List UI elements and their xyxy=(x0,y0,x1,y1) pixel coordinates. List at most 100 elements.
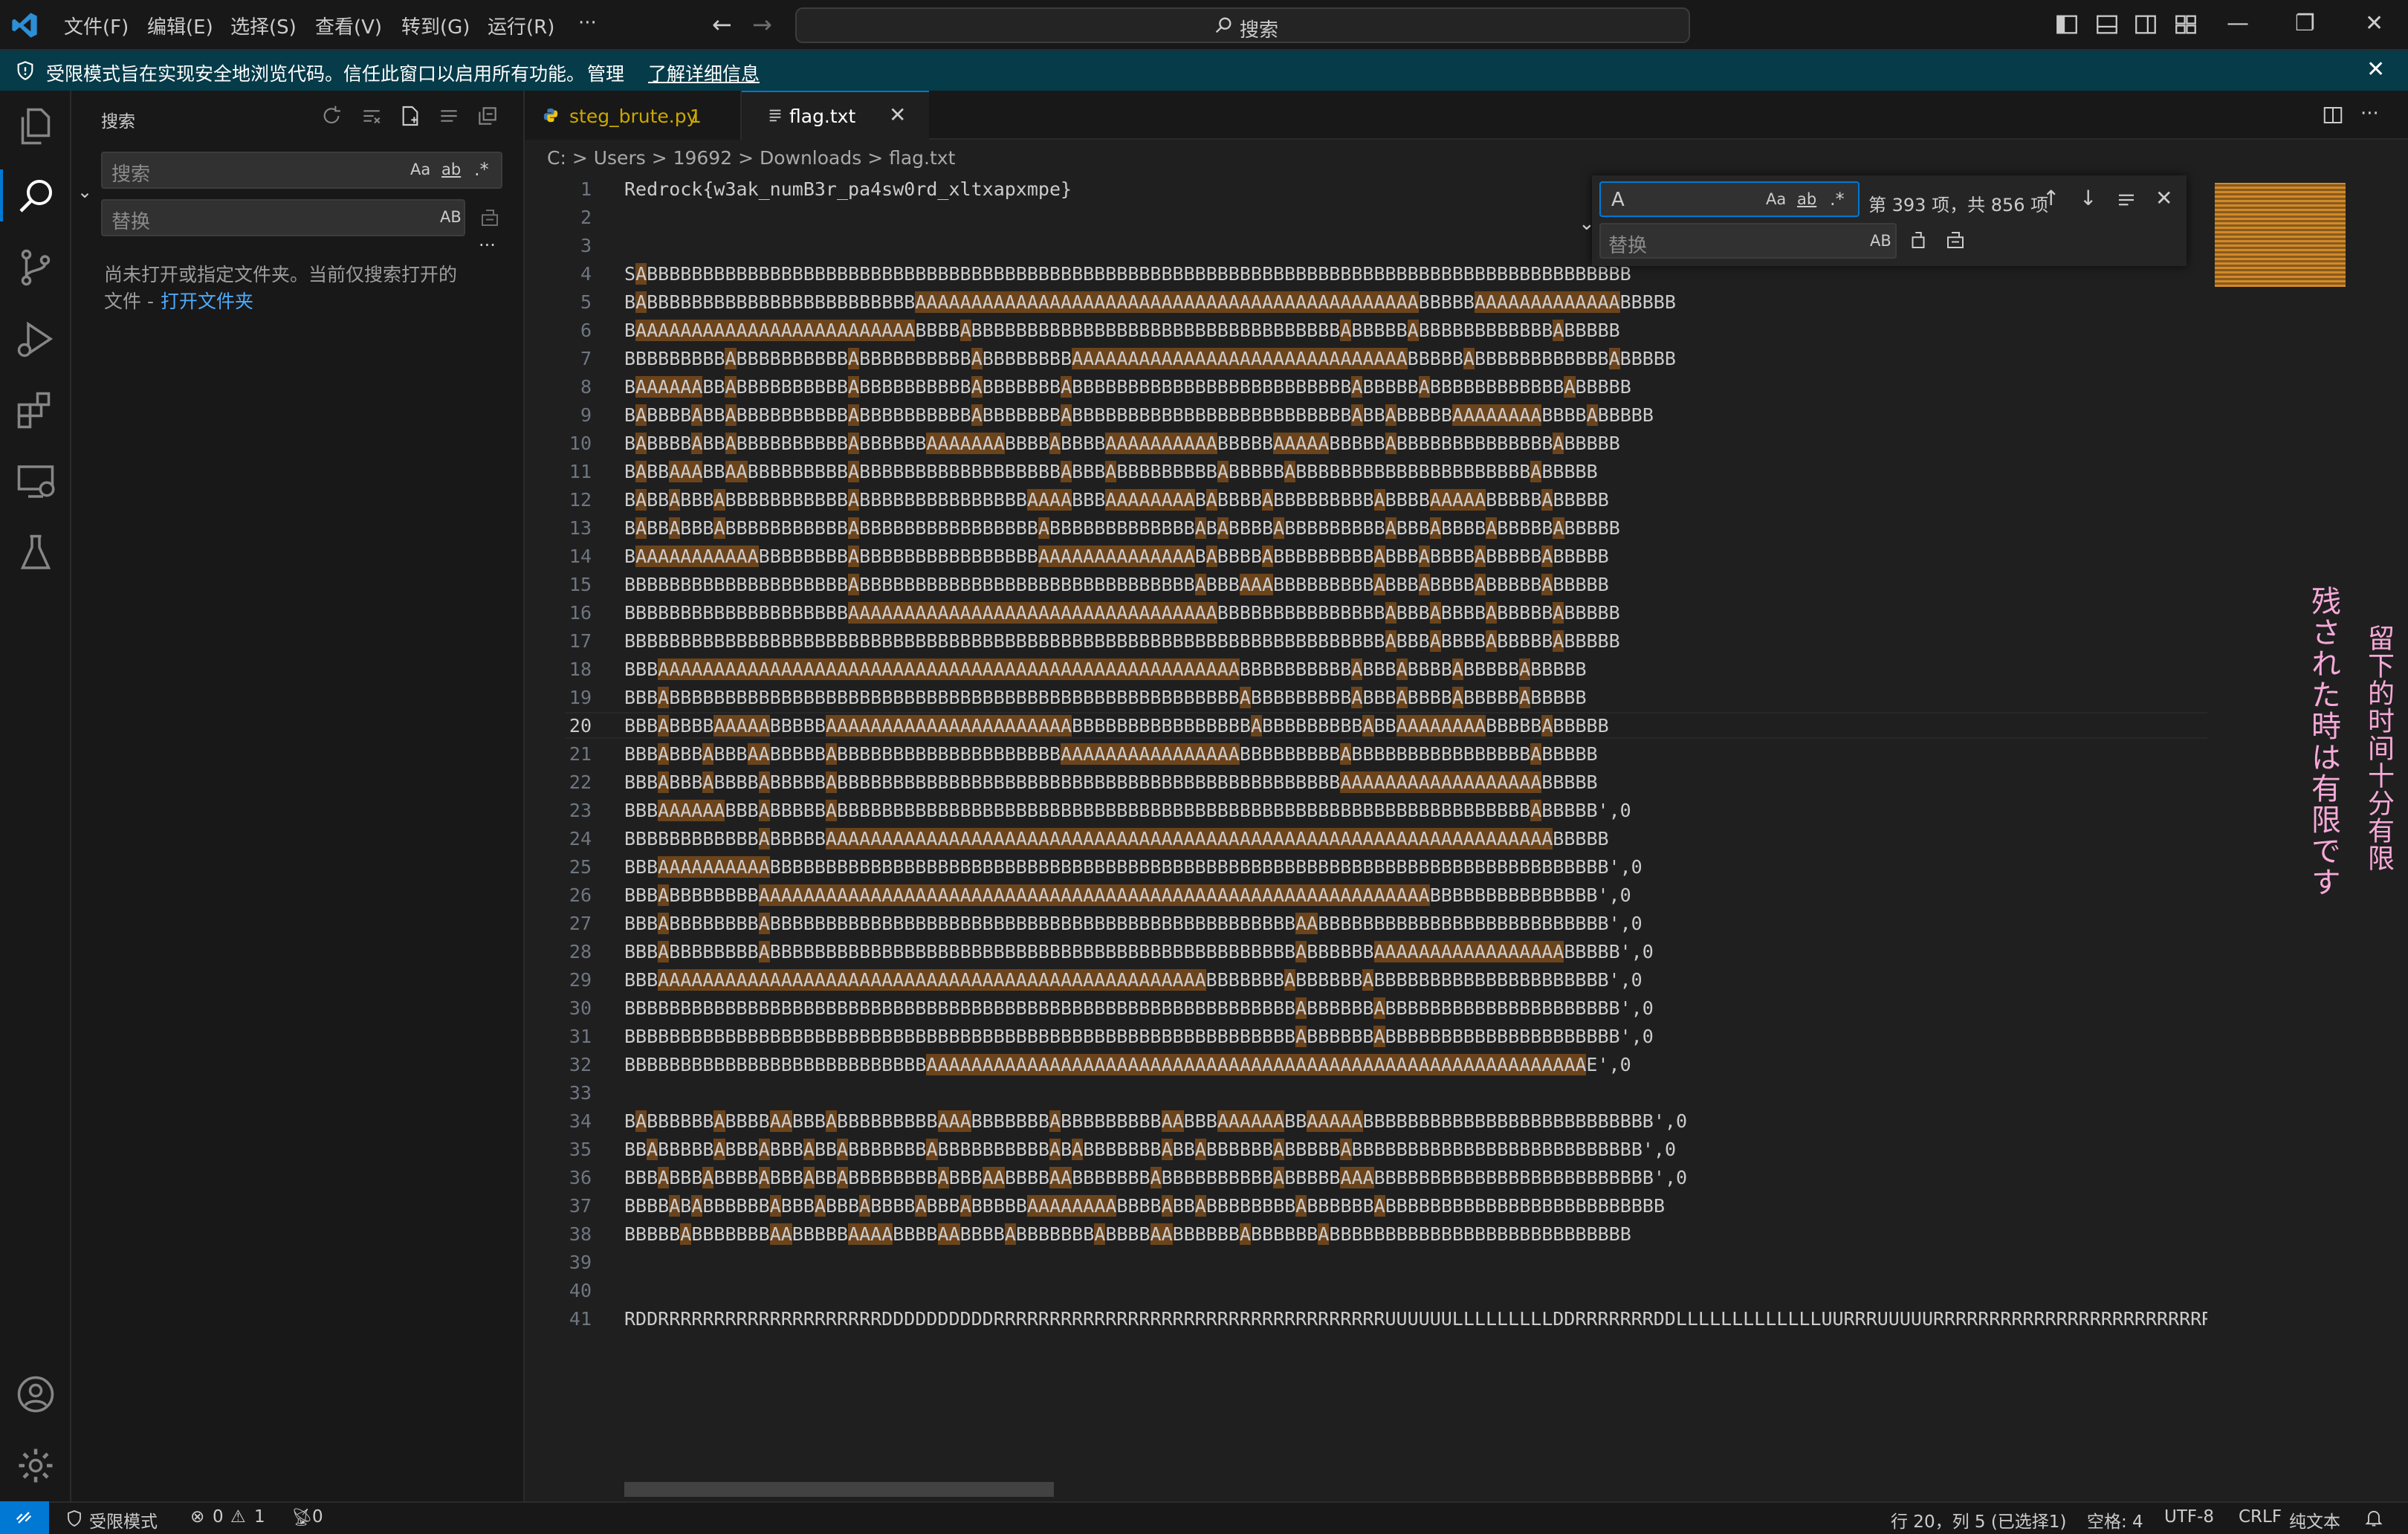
search-match: AAAAAAAAAAAAAAAAAAAAAAAAAAAAAAAAAAAAAAAA… xyxy=(915,291,1419,313)
banner-manage-link[interactable]: 管理 xyxy=(587,59,624,86)
search-match: AAAAAAAAAAA xyxy=(635,546,759,567)
cursor-position[interactable]: 行 20，列 5 (已选择1) xyxy=(1891,1507,2066,1533)
search-match: AAAAAA xyxy=(1217,1110,1285,1132)
restricted-mode-status[interactable]: 受限模式 xyxy=(89,1507,158,1533)
previous-match-arrow-icon[interactable]: ↑ xyxy=(2042,186,2059,210)
search-match: A xyxy=(1273,1139,1285,1160)
toggle-primary-sidebar-icon[interactable] xyxy=(2054,12,2080,37)
whole-word-toggle[interactable]: ab xyxy=(441,161,461,178)
language-mode[interactable]: 纯文本 xyxy=(2289,1507,2340,1533)
search-match: A xyxy=(1373,489,1385,511)
source-control-icon[interactable] xyxy=(13,245,58,290)
menu-run[interactable]: 运行(R) xyxy=(488,12,554,39)
search-match: A xyxy=(1553,630,1564,652)
code-line: BBBAAAAAABBBABBBBBABBBBBBBBBBBBBBBBBBBBB… xyxy=(624,800,1631,821)
code-line: BBBBBBBBBBBBBBBBBBBBBBBBBBBBBBBBBBBBBBBB… xyxy=(624,630,1620,652)
toggle-search-details-button[interactable]: ··· xyxy=(479,235,496,256)
view-as-tree-icon[interactable] xyxy=(437,104,461,128)
forward-arrow-icon[interactable]: → xyxy=(752,10,772,39)
replace-one-icon[interactable] xyxy=(1907,229,1929,251)
search-match: A xyxy=(971,404,983,426)
close-find-icon[interactable]: ✕ xyxy=(2155,186,2172,210)
command-center-label: 搜索 xyxy=(1240,19,1279,42)
extensions-icon[interactable] xyxy=(13,388,58,433)
close-window-button[interactable]: ✕ xyxy=(2365,10,2383,36)
search-match: A xyxy=(658,913,670,934)
explorer-icon[interactable] xyxy=(13,104,58,149)
breadcrumb-downloads[interactable]: Downloads xyxy=(760,147,861,169)
horizontal-scrollbar[interactable] xyxy=(624,1482,1054,1497)
menu-edit[interactable]: 编辑(E) xyxy=(147,12,213,39)
code-line: BBBBBBBBBBBBBBBBBBBBBBBBBBBAAAAAAAAAAAAA… xyxy=(624,1054,1631,1075)
line-ending[interactable]: CRLF xyxy=(2239,1507,2282,1527)
settings-gear-icon[interactable] xyxy=(13,1443,58,1488)
breadcrumb-drive[interactable]: C: xyxy=(547,147,566,169)
search-view-icon[interactable] xyxy=(13,174,58,219)
find-input[interactable] xyxy=(1599,181,1860,217)
search-match: A xyxy=(635,263,647,285)
preserve-case-toggle[interactable]: AB xyxy=(440,208,462,226)
menu-more[interactable]: ··· xyxy=(578,12,597,34)
warning-count[interactable]: 1 xyxy=(254,1507,265,1527)
menu-file[interactable]: 文件(F) xyxy=(64,12,129,39)
maximize-button[interactable]: ❐ xyxy=(2295,10,2315,36)
new-search-editor-icon[interactable] xyxy=(398,104,422,128)
split-editor-icon[interactable] xyxy=(2322,104,2344,126)
code-line: BBABBBBBABBBABBBABBABBBBBBBABBBBBBBBBBAB… xyxy=(624,1139,1677,1160)
clear-results-icon[interactable] xyxy=(360,104,383,128)
replace-all-icon[interactable] xyxy=(479,207,501,229)
search-match: A xyxy=(702,743,714,765)
search-match: A xyxy=(848,461,860,482)
regex-toggle[interactable]: .* xyxy=(474,159,489,180)
accounts-icon[interactable] xyxy=(13,1372,58,1417)
indentation[interactable]: 空格: 4 xyxy=(2087,1507,2143,1533)
menu-view[interactable]: 查看(V) xyxy=(315,12,382,39)
search-match: AAAAAAAAAAAAAAAAAAAAAAAAAAAAAAAAA xyxy=(848,602,1217,624)
toggle-replace-chevron-icon[interactable]: ⌄ xyxy=(77,181,92,202)
toggle-secondary-sidebar-icon[interactable] xyxy=(2133,12,2158,37)
line-number: 41 xyxy=(569,1308,592,1330)
toggle-replace-chevron-icon[interactable]: ⌄ xyxy=(1579,213,1595,235)
breadcrumb-users[interactable]: Users xyxy=(594,147,646,169)
error-count[interactable]: 0 xyxy=(213,1507,224,1527)
customize-layout-icon[interactable] xyxy=(2173,12,2198,37)
find-replace-all-icon[interactable] xyxy=(1944,229,1967,251)
replace-input[interactable] xyxy=(101,199,465,236)
tab-close-button[interactable]: ✕ xyxy=(889,103,906,127)
search-match: A xyxy=(635,433,647,454)
banner-close-button[interactable]: ✕ xyxy=(2366,56,2385,82)
find-whole-word-toggle[interactable]: ab xyxy=(1797,190,1816,208)
line-number: 11 xyxy=(569,461,592,482)
search-match: AA xyxy=(1150,1223,1173,1245)
collapse-all-icon[interactable] xyxy=(476,104,499,128)
minimize-button[interactable]: — xyxy=(2227,10,2249,36)
remote-explorer-icon[interactable] xyxy=(13,459,58,504)
next-match-arrow-icon[interactable]: ↓ xyxy=(2080,186,2097,210)
breadcrumb-user-folder[interactable]: 19692 xyxy=(673,147,733,169)
menu-go[interactable]: 转到(G) xyxy=(401,12,470,39)
code-line: BBBBBABBBBBBBAABBBBBAAAABBBBAABBBBABBBBB… xyxy=(624,1223,1631,1245)
find-match-case-toggle[interactable]: Aa xyxy=(1766,190,1786,208)
match-case-toggle[interactable]: Aa xyxy=(410,161,430,178)
open-folder-link[interactable]: 打开文件夹 xyxy=(161,287,253,314)
notifications-bell-icon[interactable] xyxy=(2363,1507,2384,1528)
file-encoding[interactable]: UTF-8 xyxy=(2164,1507,2214,1527)
editor-more-actions-button[interactable]: ··· xyxy=(2360,103,2379,125)
find-preserve-case-toggle[interactable]: AB xyxy=(1870,232,1891,250)
banner-learn-more-link[interactable]: 了解详细信息 xyxy=(648,59,760,86)
search-match: A xyxy=(635,461,647,482)
breadcrumb-file[interactable]: flag.txt xyxy=(889,147,955,169)
line-number: 12 xyxy=(569,489,592,511)
replace-placeholder: 替换 xyxy=(111,211,151,233)
refresh-icon[interactable] xyxy=(320,104,343,128)
ports-count[interactable]: 0 xyxy=(312,1507,323,1527)
back-arrow-icon[interactable]: ← xyxy=(712,10,732,39)
menu-selection[interactable]: 选择(S) xyxy=(230,12,297,39)
testing-icon[interactable] xyxy=(13,531,58,575)
find-regex-toggle[interactable]: .* xyxy=(1830,189,1845,210)
code-content[interactable]: Redrock{w3ak_numB3r_pa4sw0rd_xltxapxmpe}… xyxy=(624,175,2207,1333)
find-in-selection-icon[interactable] xyxy=(2115,189,2137,211)
toggle-panel-icon[interactable] xyxy=(2094,12,2120,37)
run-debug-icon[interactable] xyxy=(13,317,58,361)
search-match: AAAAAAAAAAAAAAAAA xyxy=(1373,941,1564,962)
